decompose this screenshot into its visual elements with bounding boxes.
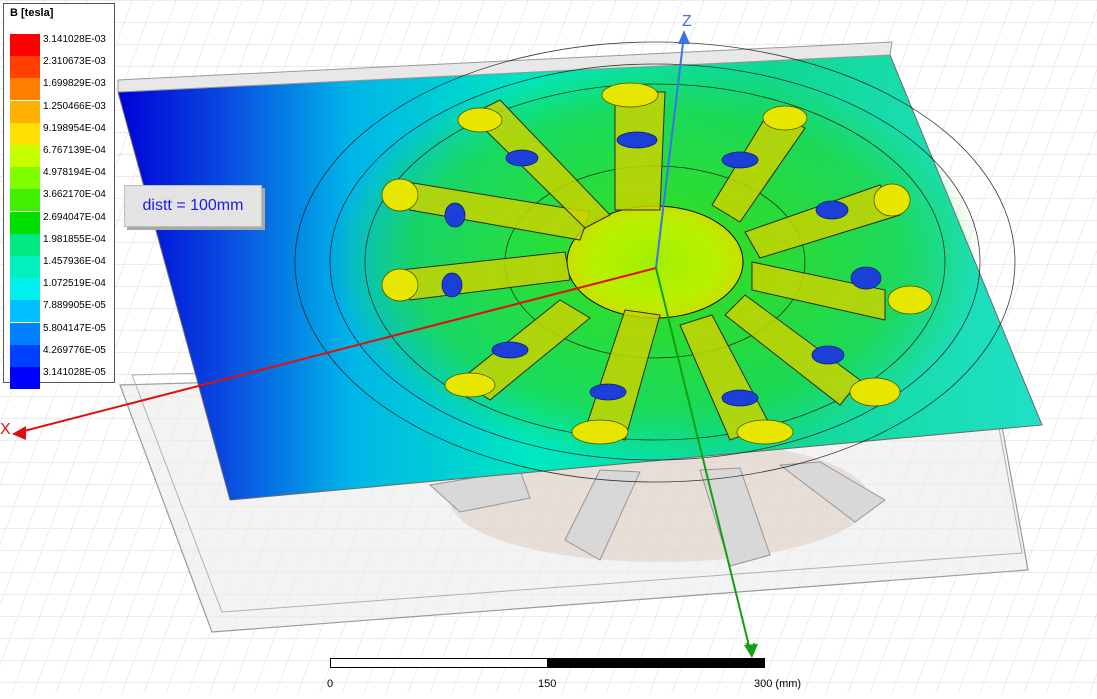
legend-swatch: [10, 344, 40, 367]
legend-value: 9.198954E-04: [43, 122, 106, 134]
legend-entry: 2.310673E-03: [8, 56, 114, 79]
legend-entry: 5.804147E-05: [8, 322, 114, 345]
legend-entry: 3.141028E-05: [8, 367, 114, 389]
distance-annotation[interactable]: distt = 100mm: [124, 185, 262, 227]
legend-value: 1.457936E-04: [43, 256, 106, 267]
legend-value: 1.981855E-04: [43, 233, 106, 245]
legend-value: 3.141028E-05: [43, 367, 106, 378]
legend-swatch: [10, 322, 40, 345]
y-axis-label: Y: [745, 641, 756, 658]
legend-entry: 1.981855E-04: [8, 233, 114, 256]
legend-swatch: [10, 145, 40, 167]
legend-swatch: [10, 34, 40, 56]
legend-entry: 3.662170E-04: [8, 189, 114, 212]
legend-swatch: [10, 367, 40, 389]
legend-entry: 1.250466E-03: [8, 100, 114, 123]
z-axis-label: Z: [682, 13, 692, 30]
legend-value: 6.767139E-04: [43, 145, 106, 156]
legend-swatch: [10, 211, 40, 234]
legend-entry: 3.141028E-03: [8, 34, 114, 56]
legend-swatch: [10, 278, 40, 301]
scale-tick-300: 300 (mm): [754, 678, 802, 690]
3d-viewport[interactable]: Z X Y: [0, 0, 1097, 694]
x-axis-label: X: [0, 421, 11, 438]
legend-swatch: [10, 100, 40, 123]
legend-swatch: [10, 300, 40, 323]
legend-value: 5.804147E-05: [43, 322, 106, 334]
legend-entry: 9.198954E-04: [8, 122, 114, 145]
legend-entry: 4.269776E-05: [8, 344, 114, 367]
color-legend[interactable]: B [tesla] 3.141028E-03 2.310673E-03 1.6998…: [3, 3, 115, 389]
legend-entry: 4.978194E-04: [8, 167, 114, 190]
legend-value: 2.310673E-03: [43, 56, 106, 68]
legend-value: 7.889905E-05: [43, 300, 106, 312]
model-view: [0, 0, 1097, 694]
legend-entry: 6.767139E-04: [8, 145, 114, 167]
legend-value: 2.694047E-04: [43, 211, 106, 223]
legend-value: 3.141028E-03: [43, 34, 106, 45]
legend-entry: 1.457936E-04: [8, 256, 114, 278]
legend-entry: 2.694047E-04: [8, 211, 114, 234]
legend-swatch: [10, 56, 40, 79]
legend-value: 1.250466E-03: [43, 100, 106, 112]
legend-swatch: [10, 189, 40, 212]
legend-value: 4.978194E-04: [43, 167, 106, 179]
legend-value: 1.699829E-03: [43, 78, 106, 90]
legend-swatch: [10, 233, 40, 256]
scale-bar-white-segment: [330, 658, 549, 668]
legend-swatch: [10, 122, 40, 145]
legend-entry: 1.072519E-04: [8, 278, 114, 301]
scale-tick-0: 0: [327, 678, 334, 690]
legend-title: B [tesla]: [10, 7, 54, 19]
legend-entry: 7.889905E-05: [8, 300, 114, 323]
legend-value: 3.662170E-04: [43, 189, 106, 201]
scale-tick-150: 150: [538, 678, 557, 690]
scale-bar-black-segment: [547, 658, 765, 668]
legend-swatch: [10, 167, 40, 190]
legend-swatch: [10, 78, 40, 101]
legend-value: 4.269776E-05: [43, 344, 106, 356]
scale-bar: [330, 658, 765, 668]
legend-swatch: [10, 256, 40, 278]
legend-value: 1.072519E-04: [43, 278, 106, 290]
legend-entry: 1.699829E-03: [8, 78, 114, 101]
